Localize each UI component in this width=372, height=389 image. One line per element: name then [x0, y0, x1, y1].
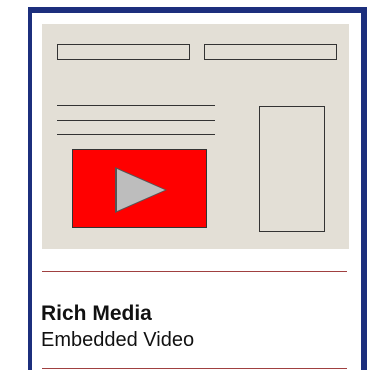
card-title: Rich Media: [41, 302, 152, 325]
wireframe-sidebar-block: [259, 106, 325, 232]
card-frame-right: [361, 7, 367, 370]
wireframe-text-line: [57, 105, 215, 106]
embedded-video-thumbnail: [72, 149, 207, 228]
card-frame-top: [28, 7, 367, 13]
wireframe-text-line: [57, 120, 215, 121]
wireframe-header-block-right: [204, 44, 337, 60]
wireframe-header-block-left: [57, 44, 190, 60]
divider-bottom: [42, 368, 347, 369]
page-wireframe-illustration: [42, 24, 349, 249]
divider-top: [42, 271, 347, 272]
rich-media-card[interactable]: Rich Media Embedded Video: [0, 0, 372, 389]
wireframe-text-line: [57, 134, 215, 135]
card-subtitle: Embedded Video: [41, 329, 195, 351]
card-frame-left: [28, 7, 32, 370]
play-icon: [117, 169, 165, 211]
